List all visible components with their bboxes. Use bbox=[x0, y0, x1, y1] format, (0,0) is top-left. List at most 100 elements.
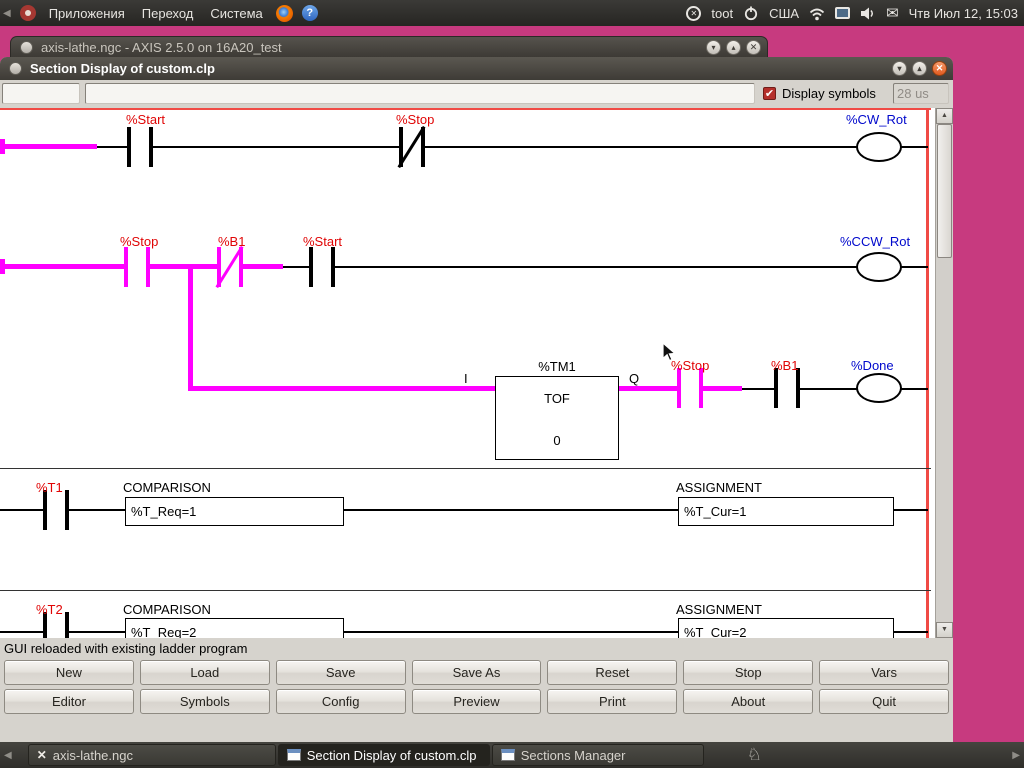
window-icon bbox=[500, 749, 515, 761]
axis-window-titlebar[interactable]: axis-lathe.ngc - AXIS 2.5.0 on 16A20_tes… bbox=[10, 36, 768, 57]
scroll-up-icon[interactable] bbox=[936, 108, 953, 124]
axis-window-title: axis-lathe.ngc - AXIS 2.5.0 on 16A20_tes… bbox=[41, 39, 282, 55]
maximize-icon[interactable] bbox=[912, 61, 927, 76]
taskbar-item-label: Sections Manager bbox=[520, 747, 626, 763]
scroll-down-icon[interactable] bbox=[936, 622, 953, 638]
assignment-expression: %T_Cur=2 bbox=[684, 625, 747, 638]
coil-label: %CW_Rot bbox=[846, 112, 907, 127]
scrollbar-thumb[interactable] bbox=[937, 124, 952, 258]
display-icon[interactable] bbox=[835, 7, 851, 19]
taskbar-item-axis[interactable]: ✕ axis-lathe.ngc bbox=[27, 744, 276, 766]
quit-button[interactable]: Quit bbox=[819, 689, 949, 714]
ladder-window-titlebar[interactable]: Section Display of custom.clp bbox=[0, 57, 953, 80]
display-symbols-checkbox[interactable] bbox=[763, 87, 776, 100]
save-button[interactable]: Save bbox=[275, 660, 406, 685]
close-icon[interactable] bbox=[746, 39, 761, 55]
top-panel: Приложения Переход Система toot США Чтв … bbox=[0, 0, 1024, 26]
ladder-toolbar: Display symbols 28 us bbox=[0, 80, 953, 108]
contact-label: %Stop bbox=[120, 234, 159, 249]
contact-label: %Start bbox=[303, 234, 343, 249]
load-button[interactable]: Load bbox=[139, 660, 270, 685]
taskbar-scroll-right-icon[interactable] bbox=[1012, 750, 1024, 761]
knight-icon[interactable] bbox=[747, 745, 762, 765]
comparison-title: COMPARISON bbox=[123, 480, 211, 495]
coil-label: %CCW_Rot bbox=[840, 234, 911, 249]
contact-no-energized bbox=[677, 368, 703, 408]
status-menu-icon[interactable] bbox=[686, 5, 702, 21]
stop-button[interactable]: Stop bbox=[683, 660, 814, 685]
branch-wire-horizontal bbox=[188, 386, 495, 391]
ladder-canvas: %Start %Stop %CW_Rot %Stop %B1 %Start %C… bbox=[0, 108, 953, 638]
speaker-icon[interactable] bbox=[860, 6, 876, 21]
print-button[interactable]: Print bbox=[547, 689, 678, 714]
taskbar-item-label: Section Display of custom.clp bbox=[306, 747, 477, 763]
comparison-expression: %T_Req=2 bbox=[131, 625, 197, 638]
power-icon[interactable] bbox=[743, 5, 759, 22]
symbols-button[interactable]: Symbols bbox=[139, 689, 270, 714]
wifi-icon[interactable] bbox=[809, 6, 825, 21]
button-panel: New Load Save Save As Reset Stop Vars Ed… bbox=[0, 658, 953, 716]
section-entry[interactable] bbox=[2, 83, 80, 104]
comparison-block: %T_Req=2 bbox=[125, 618, 344, 638]
new-button[interactable]: New bbox=[4, 660, 134, 685]
preview-button[interactable]: Preview bbox=[411, 689, 542, 714]
timer-input-label: I bbox=[464, 371, 468, 386]
comparison-expression: %T_Req=1 bbox=[131, 504, 197, 519]
coil bbox=[856, 252, 902, 282]
ladder-window: Section Display of custom.clp Display sy… bbox=[0, 57, 953, 742]
contact-label: %B1 bbox=[218, 234, 246, 249]
axis-window-controls bbox=[701, 39, 761, 55]
taskbar-item-section-display[interactable]: Section Display of custom.clp bbox=[277, 744, 490, 766]
config-button[interactable]: Config bbox=[275, 689, 406, 714]
branch-wire-vertical bbox=[188, 266, 193, 391]
right-power-rail bbox=[926, 108, 929, 638]
clock[interactable]: Чтв Июл 12, 15:03 bbox=[909, 6, 1018, 21]
coil bbox=[856, 132, 902, 162]
minimize-icon[interactable] bbox=[706, 39, 721, 55]
applications-icon[interactable] bbox=[19, 5, 36, 21]
contact-no bbox=[309, 247, 335, 287]
menu-applications[interactable]: Приложения bbox=[45, 6, 129, 21]
wire-energized bbox=[0, 144, 97, 149]
maximize-icon[interactable] bbox=[726, 39, 741, 55]
window-menu-icon[interactable] bbox=[20, 40, 33, 54]
keyboard-layout-indicator[interactable]: США bbox=[769, 6, 799, 21]
username-label[interactable]: toot bbox=[711, 6, 733, 21]
menu-places[interactable]: Переход bbox=[138, 6, 198, 21]
timer-type-label: TOF bbox=[544, 391, 570, 406]
left-rail-stub-energized bbox=[0, 139, 5, 154]
vertical-scrollbar[interactable] bbox=[935, 108, 953, 638]
about-button[interactable]: About bbox=[683, 689, 814, 714]
window-menu-icon[interactable] bbox=[9, 62, 22, 75]
assignment-title: ASSIGNMENT bbox=[676, 480, 762, 495]
comment-entry[interactable] bbox=[85, 83, 755, 104]
taskbar-item-sections-manager[interactable]: Sections Manager bbox=[491, 744, 704, 766]
rung-separator bbox=[0, 468, 931, 469]
contact-no bbox=[43, 490, 69, 530]
editor-button[interactable]: Editor bbox=[4, 689, 134, 714]
vars-button[interactable]: Vars bbox=[819, 660, 949, 685]
contact-label: %Start bbox=[126, 112, 166, 127]
contact-nc bbox=[397, 125, 426, 169]
display-symbols-label: Display symbols bbox=[782, 86, 876, 101]
minimize-icon[interactable] bbox=[892, 61, 907, 76]
contact-label: %T2 bbox=[36, 602, 63, 617]
save-as-button[interactable]: Save As bbox=[411, 660, 542, 685]
contact-nc-energized bbox=[215, 245, 244, 289]
rung-outline-top bbox=[0, 108, 931, 110]
help-icon[interactable] bbox=[301, 5, 318, 21]
panel-right-group: toot США Чтв Июл 12, 15:03 bbox=[686, 4, 1024, 22]
taskbar-scroll-left-icon[interactable] bbox=[0, 750, 12, 761]
contact-no bbox=[774, 368, 800, 408]
firefox-icon[interactable] bbox=[275, 4, 293, 22]
left-rail-stub-energized bbox=[0, 259, 5, 274]
window-filler bbox=[0, 716, 953, 742]
assignment-block: %T_Cur=2 bbox=[678, 618, 894, 638]
mail-icon[interactable] bbox=[886, 4, 899, 22]
panel-hide-arrow-icon[interactable] bbox=[3, 8, 11, 19]
reset-button[interactable]: Reset bbox=[547, 660, 678, 685]
timer-output-label: Q bbox=[629, 371, 640, 386]
timer-block: TOF 0 bbox=[495, 376, 619, 460]
menu-system[interactable]: Система bbox=[206, 6, 266, 21]
close-icon[interactable] bbox=[932, 61, 947, 76]
